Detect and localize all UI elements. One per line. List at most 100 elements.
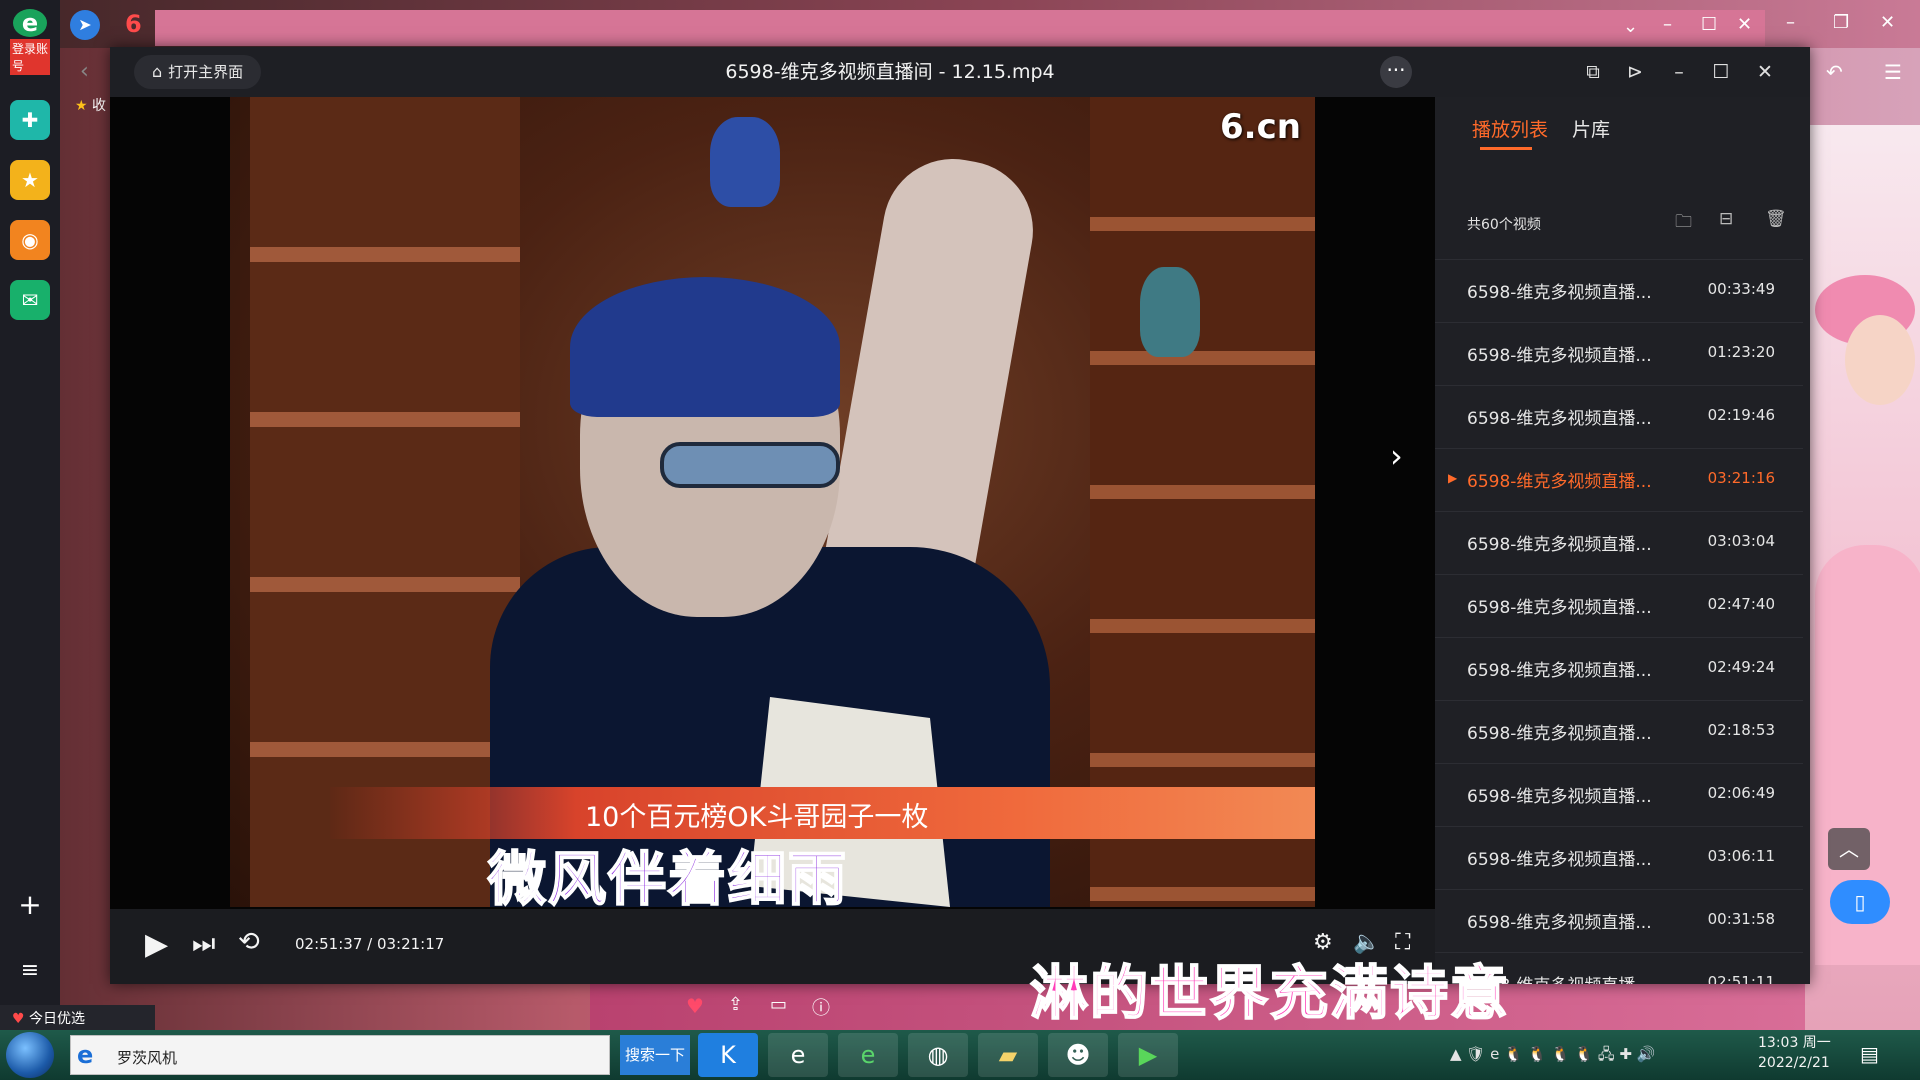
video-shelf-left (250, 97, 520, 907)
playlist-item-title: 6598-维克多视频直播... (1467, 661, 1652, 681)
playlist-count: 共60个视频 (1467, 217, 1541, 233)
more-icon[interactable]: ··· (1380, 56, 1412, 88)
folder-icon[interactable]: ▰ (978, 1033, 1038, 1077)
menu-icon[interactable]: ☰ (1884, 60, 1902, 84)
playlist-item-duration: 02:19:46 (1707, 406, 1775, 424)
star-icon[interactable]: ★ (75, 98, 88, 114)
search-button[interactable]: 搜索一下 (620, 1035, 690, 1075)
weibo-icon[interactable]: ◉ (10, 220, 50, 260)
browser-minimize-icon[interactable]: – (1786, 12, 1795, 33)
browser-close-icon[interactable]: ✕ (1880, 12, 1895, 33)
playlist-item[interactable]: 6598-维克多视频直播... 00:31:58 (1435, 890, 1803, 953)
playlist-item[interactable]: 6598-维克多视频直播... 03:03:04 (1435, 512, 1803, 575)
playing-marker-icon: ▶ (1448, 471, 1458, 485)
mail-icon[interactable]: ✉ (10, 280, 50, 320)
mobile-icon[interactable]: ▯ (1830, 880, 1890, 924)
compass-icon[interactable]: ➤ (70, 10, 100, 40)
playlist-item[interactable]: 6598-维克多视频直播... 00:33:49 (1435, 260, 1803, 323)
chrome-icon[interactable]: ◍ (908, 1033, 968, 1077)
browser-green-icon[interactable]: e (838, 1033, 898, 1077)
close-icon[interactable]: ✕ (1750, 57, 1780, 87)
login-label: 登录账号 (10, 39, 50, 75)
pin-icon[interactable]: ⊳ (1620, 57, 1650, 87)
playlist-item-duration: 03:03:04 (1707, 532, 1775, 550)
playlist-item-duration: 02:18:53 (1707, 721, 1775, 739)
heart-icon[interactable]: ♥ (686, 994, 704, 1018)
delete-icon[interactable]: 🗑 (1765, 209, 1787, 229)
playlist-item[interactable]: 6598-维克多视频直播... 02:19:46 (1435, 386, 1803, 449)
play-icon[interactable]: ▶ (145, 927, 168, 962)
playlist-item-title: 6598-维克多视频直播... (1467, 535, 1652, 555)
clock-date: 2022/2/21 (1758, 1055, 1830, 1071)
mini-mode-icon[interactable]: ⧉ (1578, 57, 1608, 87)
avatar-app-icon[interactable]: ☻ (1048, 1033, 1108, 1077)
add-folder-icon[interactable]: ⊟ (1719, 209, 1733, 229)
playlist-item[interactable]: 6598-维克多视频直播... 03:06:11 (1435, 827, 1803, 890)
playlist-item-title: 6598-维克多视频直播... (1467, 850, 1652, 870)
video-player-window: ‹ ⌂ 打开主界面 6598-维克多视频直播间 - 12.15.mp4 ··· ⧉… (80, 47, 1810, 984)
video-banner-text: 10个百元榜OK斗哥园子一枚 (585, 802, 929, 833)
info-icon[interactable]: ⓘ (812, 994, 830, 1020)
chevron-right-icon[interactable]: › (1390, 437, 1403, 475)
playlist-item-title: 6598-维克多视频直播... (1467, 346, 1652, 366)
bookmark-label[interactable]: 收 (92, 98, 106, 114)
tab-library[interactable]: 片库 (1572, 115, 1610, 142)
favorites-star-icon[interactable]: ★ (10, 160, 50, 200)
login-button[interactable]: e 登录账号 (10, 9, 50, 75)
video-area[interactable]: 6.cn 10个百元榜OK斗哥园子一枚 微风伴着细雨 › (110, 97, 1435, 965)
minimize-icon[interactable]: – (1663, 14, 1672, 35)
open-home-button[interactable]: ⌂ 打开主界面 (134, 55, 262, 89)
maximize-icon[interactable]: ☐ (1701, 14, 1717, 35)
tab-6cn-icon[interactable]: 6 (125, 10, 142, 38)
playlist-item-duration: 00:33:49 (1707, 280, 1775, 298)
playlist-item[interactable]: 6598-维克多视频直播... 02:47:40 (1435, 575, 1803, 638)
chevron-down-icon[interactable]: ⌄ (1623, 16, 1638, 37)
taskbar-browser-window[interactable]: e 罗茨风机 (70, 1035, 610, 1075)
playlist-item-duration: 03:06:11 (1707, 847, 1775, 865)
playlist-item-title: 6598-维克多视频直播... (1467, 283, 1652, 303)
open-folder-icon[interactable]: 🗀 (1675, 209, 1692, 238)
video-watermark-logo: 6.cn (1220, 107, 1301, 147)
share-icon[interactable]: ⇪ (728, 994, 743, 1015)
playlist-item-duration: 02:49:24 (1707, 658, 1775, 676)
playlist-item[interactable]: ▶ 6598-维克多视频直播... 03:21:16 (1435, 449, 1803, 512)
loop-icon[interactable]: ⟲ (238, 927, 260, 957)
open-home-label: 打开主界面 (168, 63, 244, 81)
time-label: 02:51:37 / 03:21:17 (295, 935, 445, 953)
playlist-item[interactable]: 6598-维克多视频直播... 02:06:49 (1435, 764, 1803, 827)
video-player-icon[interactable]: ▶ (1118, 1033, 1178, 1077)
scroll-to-top-button[interactable]: ︿ (1828, 828, 1870, 870)
playlist-item-partial[interactable] (1435, 239, 1803, 260)
video-frame[interactable]: 6.cn 10个百元榜OK斗哥园子一枚 微风伴着细雨 (230, 97, 1315, 907)
add-icon[interactable]: + (10, 884, 50, 924)
playlist-item-title: 6598-维克多视频直播... (1467, 598, 1652, 618)
playlist-item[interactable]: 6598-维克多视频直播... 01:23:20 (1435, 323, 1803, 386)
today-pick-link[interactable]: ♥ 今日优选 (0, 1005, 155, 1033)
video-vase (1140, 267, 1200, 357)
plugin-icon[interactable]: ✚ (10, 100, 50, 140)
next-track-icon[interactable]: ⏭ (192, 929, 215, 960)
undo-icon[interactable]: ↶ (1826, 60, 1843, 84)
playlist-item[interactable]: 6598-维克多视频直播... 02:18:53 (1435, 701, 1803, 764)
tab-playlist[interactable]: 播放列表 (1472, 115, 1549, 150)
browser-restore-icon[interactable]: ❐ (1833, 12, 1849, 33)
close-icon[interactable]: ✕ (1737, 14, 1752, 35)
system-tray[interactable]: ▲ 🛡 e 🐧 🐧 🐧 🐧 🖧 ✚ 🔊 (1450, 1044, 1655, 1069)
start-button[interactable] (6, 1032, 54, 1078)
heart-icon: ♥ (12, 1011, 25, 1027)
video-shelf-right (1090, 97, 1315, 907)
tab-playlist-label: 播放列表 (1472, 119, 1549, 141)
playlist-item-title: 6598-维克多视频直播... (1467, 913, 1652, 933)
maximize-icon[interactable]: ☐ (1706, 57, 1736, 87)
ie-icon[interactable]: e (768, 1033, 828, 1077)
clock[interactable]: 13:03 周一 2022/2/21 (1758, 1033, 1831, 1073)
comment-icon[interactable]: ▭ (770, 994, 787, 1015)
video-person-hair (570, 277, 840, 417)
notification-icon[interactable]: ▤ (1860, 1042, 1879, 1066)
playlist-item[interactable]: 6598-维克多视频直播... 02:49:24 (1435, 638, 1803, 701)
minimize-icon[interactable]: – (1664, 57, 1694, 87)
kugou-icon[interactable]: K (698, 1033, 758, 1077)
chevron-left-icon[interactable]: ‹ (80, 59, 89, 84)
today-pick-label: 今日优选 (29, 1011, 86, 1027)
list-icon[interactable]: ≡ (10, 950, 50, 990)
